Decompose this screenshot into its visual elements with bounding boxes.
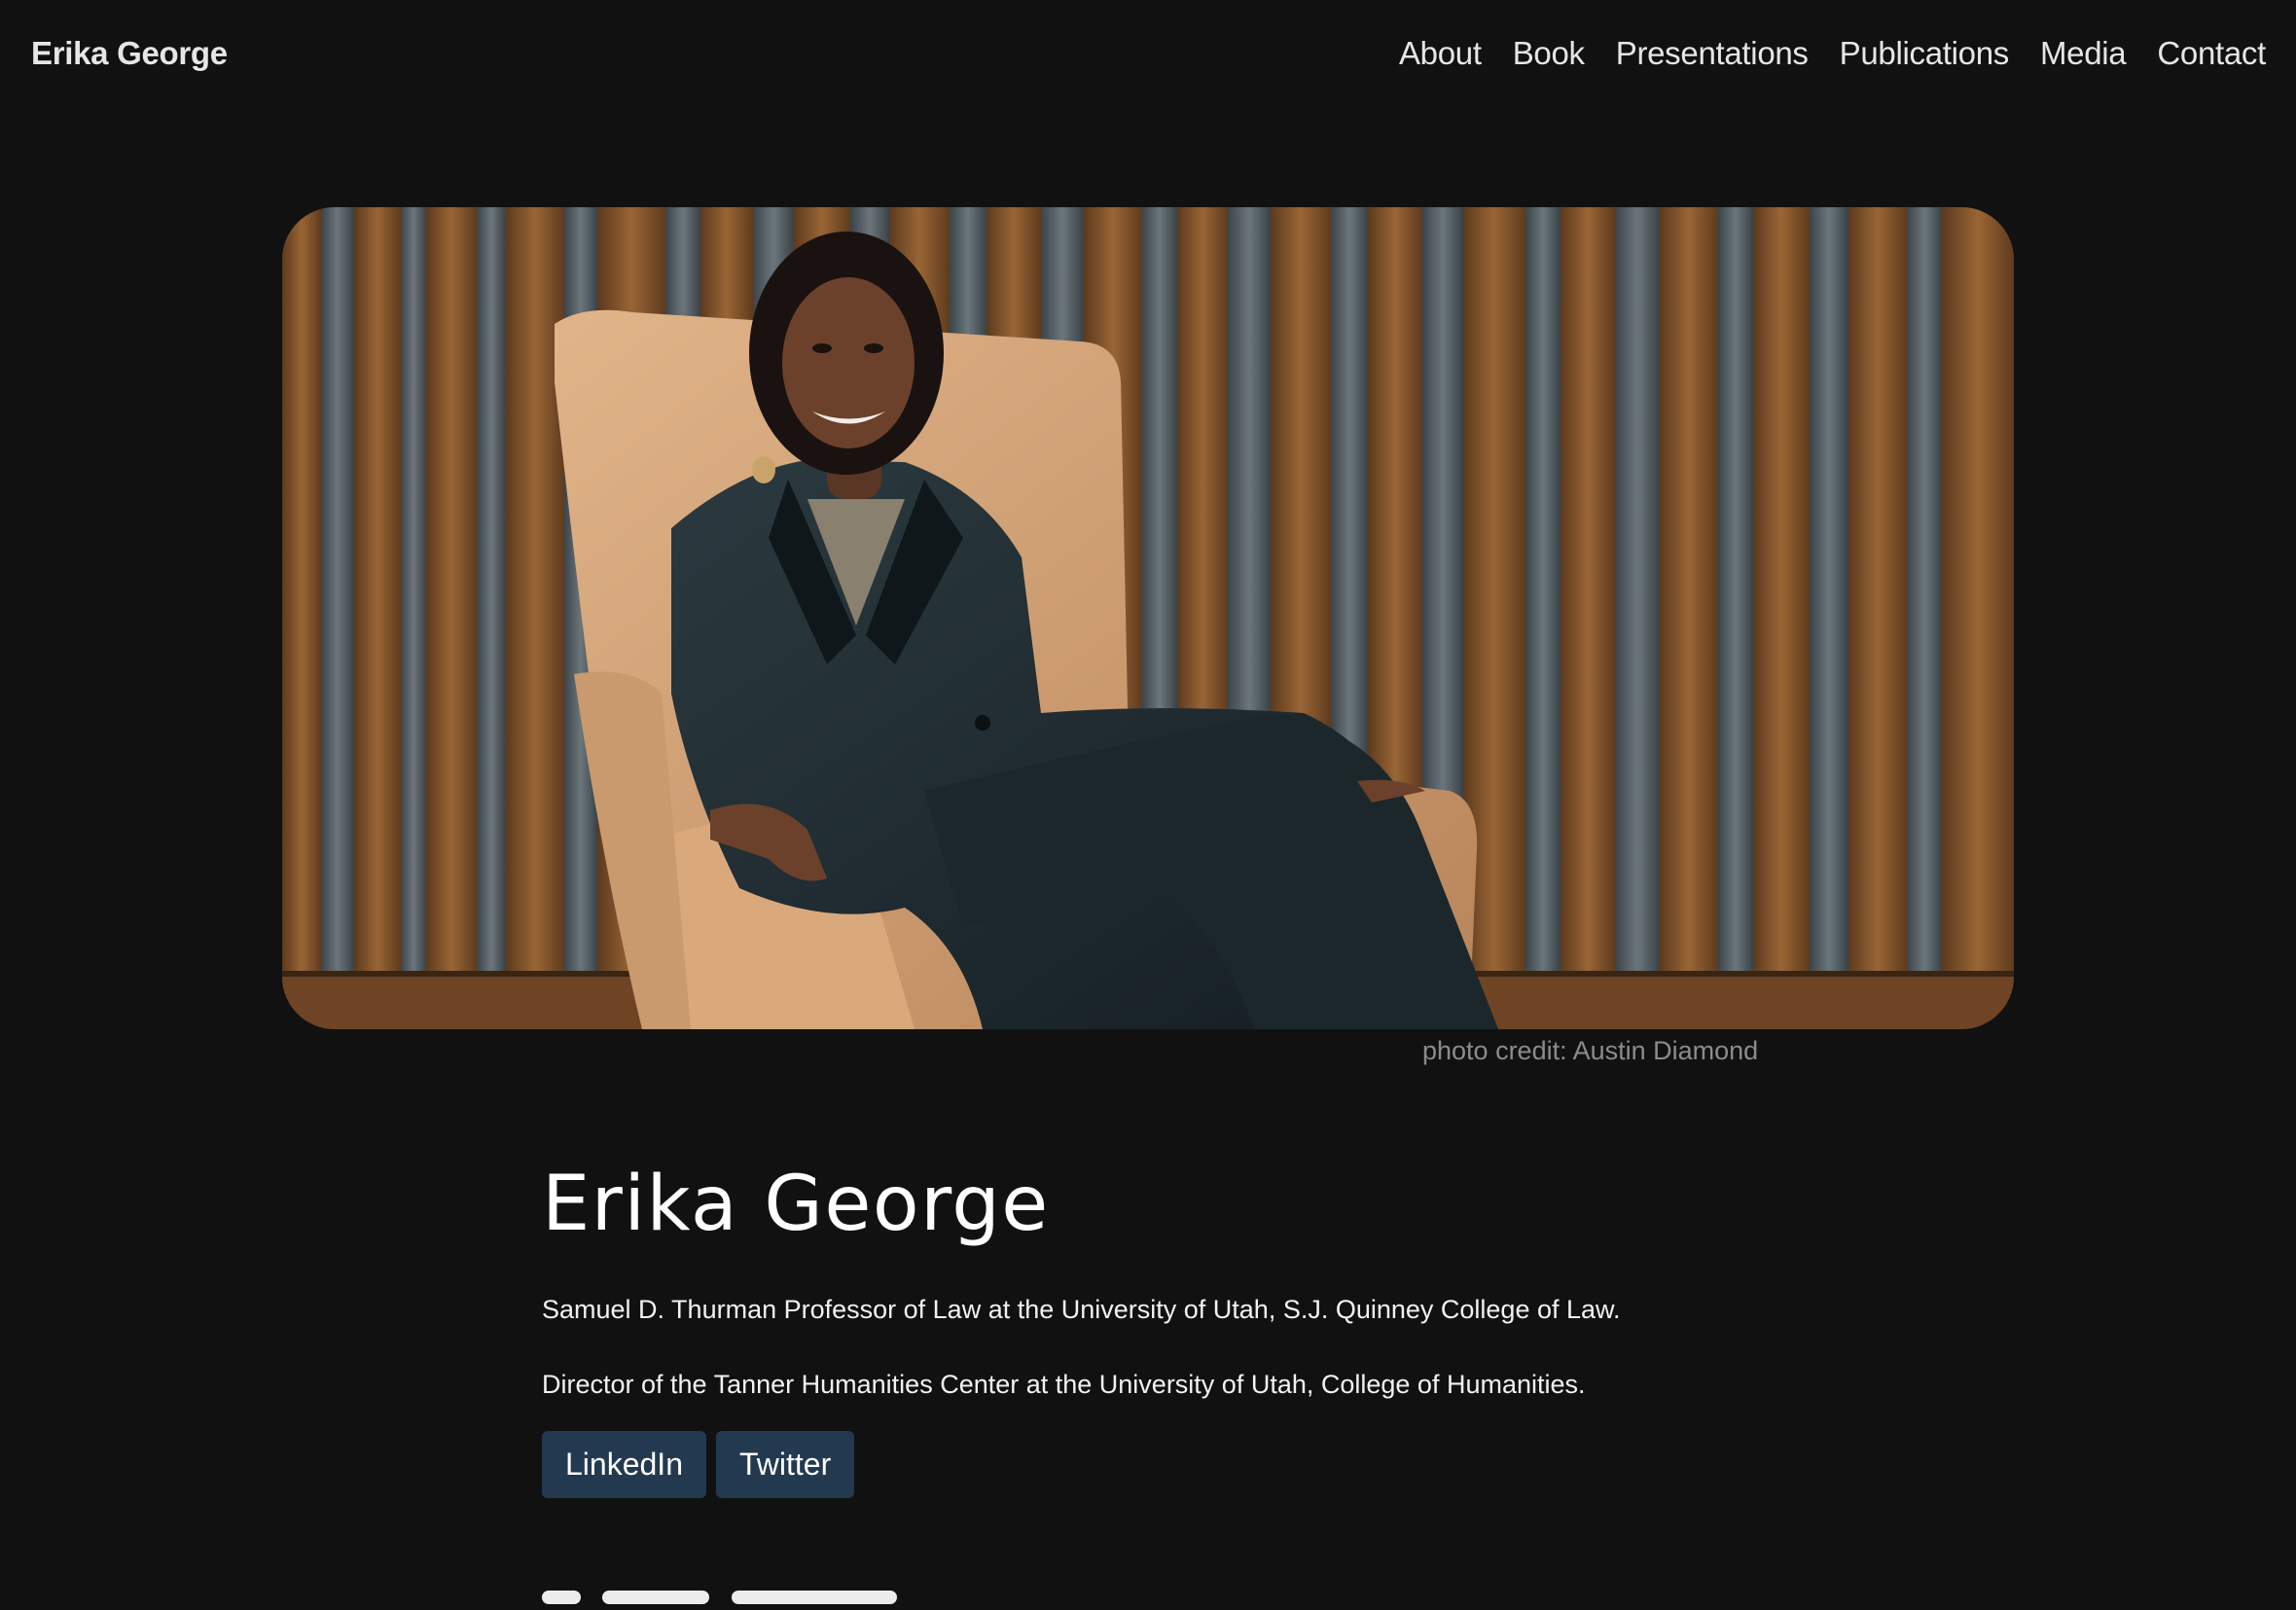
nav-book[interactable]: Book bbox=[1513, 35, 1585, 72]
site-brand-link[interactable]: Erika George bbox=[31, 35, 228, 72]
profile-role-director: Director of the Tanner Humanities Center… bbox=[542, 1370, 1586, 1399]
profile-section: Erika George Samuel D. Thurman Professor… bbox=[542, 1158, 1807, 1498]
nav-media[interactable]: Media bbox=[2040, 35, 2127, 72]
linkedin-button[interactable]: LinkedIn bbox=[542, 1431, 706, 1498]
next-section-heading-cutoff bbox=[542, 1571, 989, 1610]
cutoff-glyph bbox=[542, 1591, 581, 1604]
twitter-button[interactable]: Twitter bbox=[715, 1431, 855, 1498]
nav-presentations[interactable]: Presentations bbox=[1616, 35, 1809, 72]
nav-contact[interactable]: Contact bbox=[2157, 35, 2266, 72]
main-nav: About Book Presentations Publications Me… bbox=[1399, 35, 2266, 72]
photo-credit: photo credit: Austin Diamond bbox=[1422, 1036, 1759, 1065]
profile-role-professor: Samuel D. Thurman Professor of Law at th… bbox=[542, 1295, 1621, 1324]
hero-portrait-photo bbox=[282, 207, 2014, 1029]
nav-about[interactable]: About bbox=[1399, 35, 1482, 72]
cutoff-glyph bbox=[731, 1591, 897, 1604]
site-header: Erika George About Book Presentations Pu… bbox=[0, 0, 2296, 115]
cutoff-glyph bbox=[602, 1591, 710, 1604]
portrait-photo-illustration bbox=[282, 207, 2014, 1029]
nav-publications[interactable]: Publications bbox=[1840, 35, 2010, 72]
profile-name-heading: Erika George bbox=[542, 1161, 1050, 1248]
social-links: LinkedIn Twitter bbox=[542, 1431, 855, 1498]
